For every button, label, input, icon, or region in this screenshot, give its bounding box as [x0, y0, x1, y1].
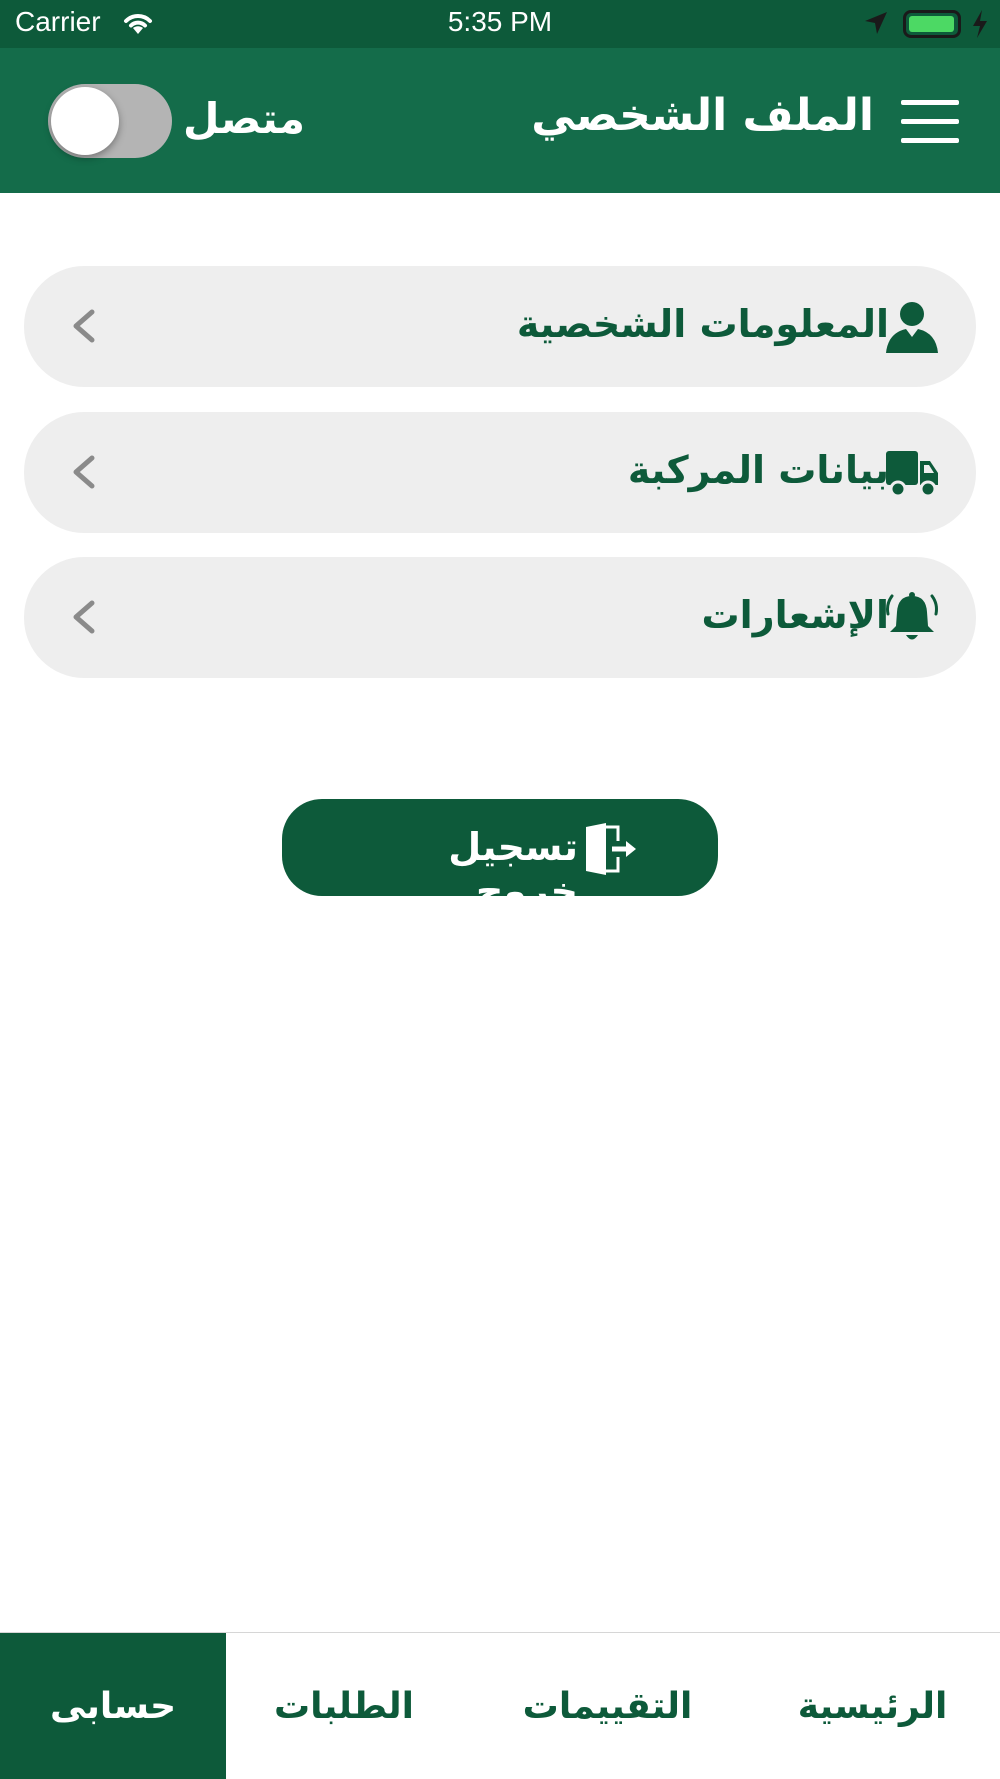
tab-my-account[interactable]: حسابى [0, 1633, 226, 1779]
toggle-knob [51, 87, 119, 155]
location-arrow-icon [865, 12, 887, 34]
bottom-tab-bar: الرئيسية التقييمات الطلبات حسابى [0, 1632, 1000, 1779]
person-icon [886, 302, 938, 353]
bell-icon [886, 592, 938, 640]
menu-item-personal-info[interactable]: المعلومات الشخصية [24, 266, 976, 387]
battery-level [909, 16, 954, 32]
status-time: 5:35 PM [447, 6, 553, 37]
tab-ratings[interactable]: التقييمات [480, 1633, 735, 1779]
charging-bolt-icon [973, 10, 987, 38]
menu-item-label: بيانات المركبة [627, 448, 889, 492]
menu-item-notifications[interactable]: الإشعارات [24, 557, 976, 678]
chevron-left-icon [73, 455, 95, 489]
tab-home[interactable]: الرئيسية [745, 1633, 1000, 1779]
battery-icon [903, 10, 961, 38]
menu-item-label: الإشعارات [701, 593, 890, 637]
menu-item-vehicle-data[interactable]: بيانات المركبة [24, 412, 976, 533]
online-status-label: متصل [182, 94, 305, 143]
menu-item-label: المعلومات الشخصية [516, 302, 889, 346]
truck-icon [886, 451, 938, 498]
status-bar: Carrier 5:35 PM [0, 0, 1000, 48]
logout-door-icon [586, 823, 636, 875]
logout-label: تسجيل خروج [448, 825, 578, 913]
tab-orders[interactable]: الطلبات [226, 1633, 462, 1779]
page-title: الملف الشخصي [531, 90, 874, 141]
chevron-left-icon [73, 600, 95, 634]
logout-button[interactable]: تسجيل خروج [282, 799, 718, 913]
online-toggle[interactable] [48, 84, 172, 158]
chevron-left-icon [73, 309, 95, 343]
hamburger-menu-icon[interactable] [901, 100, 961, 144]
